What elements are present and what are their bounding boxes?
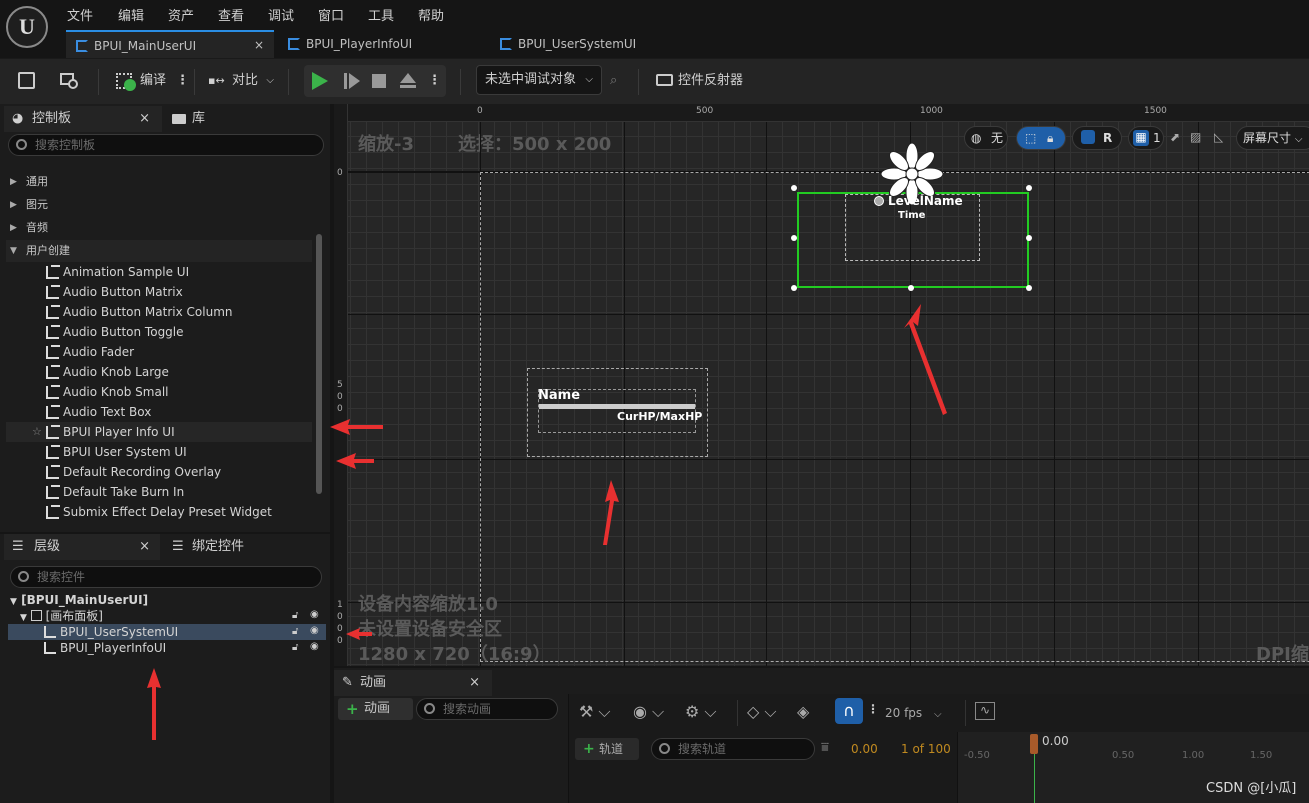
annotation-arrows xyxy=(147,304,947,740)
watermark-text: CSDN @[小瓜] xyxy=(1206,781,1297,796)
